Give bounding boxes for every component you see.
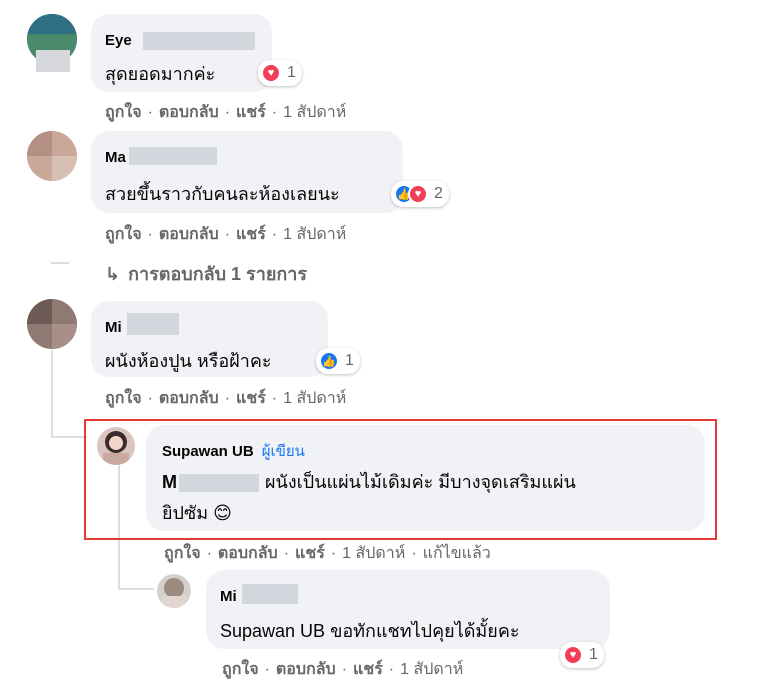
- smile-emoji: 😊: [213, 503, 232, 523]
- author-badge: ผู้เขียน: [261, 443, 305, 460]
- love-icon: ♥: [408, 184, 428, 204]
- name-blur: [242, 584, 298, 604]
- timestamp[interactable]: 1 สัปดาห์: [400, 661, 463, 678]
- reply-text: Supawan UB ขอทักแชทไปคุยได้มั้ยคะ: [220, 621, 520, 641]
- author-name[interactable]: Supawan UB ผู้เขียน: [162, 439, 305, 463]
- share-link[interactable]: แชร์: [236, 104, 266, 121]
- reply-bubble: Mi Supawan UB ขอทักแชทไปคุยได้มั้ยคะ: [206, 570, 610, 649]
- comment-text: สวยขึ้นราวกับคนละห้องเลยนะ: [105, 184, 340, 204]
- comment-bubble: Eye สุดยอดมากค่ะ: [91, 14, 272, 92]
- mention[interactable]: M: [162, 472, 177, 492]
- reply-link[interactable]: ตอบกลับ: [218, 545, 278, 562]
- share-link[interactable]: แชร์: [236, 390, 266, 407]
- like-link[interactable]: ถูกใจ: [164, 545, 201, 562]
- reaction-count: 1: [345, 352, 354, 369]
- thread-line: [118, 588, 154, 590]
- like-link[interactable]: ถูกใจ: [105, 104, 142, 121]
- name-blur: [127, 313, 179, 335]
- reaction-summary[interactable]: 👍 ♥ 2: [391, 181, 449, 207]
- commenter-name[interactable]: Mi: [220, 588, 237, 605]
- reaction-count: 1: [589, 646, 598, 663]
- like-link[interactable]: ถูกใจ: [222, 661, 259, 678]
- timestamp[interactable]: 1 สัปดาห์: [283, 390, 346, 407]
- reply-bubble: Supawan UB ผู้เขียน M ผนังเป็นแผ่นไม้เดิมค…: [146, 425, 705, 531]
- reply-text-line-1: M ผนังเป็นแผ่นไม้เดิมค่ะ มีบางจุดเสริมแผ่…: [162, 472, 576, 493]
- comment-bubble: Ma สวยขึ้นราวกับคนละห้องเลยนะ: [91, 131, 403, 213]
- author-avatar[interactable]: [97, 427, 135, 465]
- like-link[interactable]: ถูกใจ: [105, 226, 142, 243]
- share-link[interactable]: แชร์: [295, 545, 325, 562]
- comment-actions: ถูกใจ · ตอบกลับ · แชร์ · 1 สัปดาห์: [105, 226, 347, 243]
- thread-line: [51, 436, 87, 438]
- commenter-name[interactable]: Ma: [105, 149, 126, 166]
- love-icon: ♥: [563, 645, 583, 665]
- name-blur: [129, 147, 217, 165]
- reaction-summary[interactable]: 👍 1: [316, 348, 360, 374]
- reaction-summary[interactable]: ♥ 1: [258, 60, 302, 86]
- reply-actions: ถูกใจ · ตอบกลับ · แชร์ · 1 สัปดาห์: [222, 661, 464, 678]
- timestamp[interactable]: 1 สัปดาห์: [283, 104, 346, 121]
- reaction-summary[interactable]: ♥ 1: [560, 642, 604, 668]
- reply-actions: ถูกใจ · ตอบกลับ · แชร์ · 1 สัปดาห์ · แก้ไขแล้ว: [164, 545, 491, 562]
- timestamp[interactable]: 1 สัปดาห์: [283, 226, 346, 243]
- reaction-count: 1: [287, 64, 296, 81]
- timestamp[interactable]: 1 สัปดาห์: [342, 545, 405, 562]
- name-blur: [143, 32, 255, 50]
- thread-line: [51, 350, 53, 438]
- reaction-count: 2: [434, 185, 443, 202]
- avatar[interactable]: [27, 299, 77, 349]
- thread-line: [51, 262, 69, 264]
- reply-link[interactable]: ตอบกลับ: [159, 390, 219, 407]
- reply-link[interactable]: ตอบกลับ: [159, 226, 219, 243]
- reply-link[interactable]: ตอบกลับ: [276, 661, 336, 678]
- comment-actions: ถูกใจ · ตอบกลับ · แชร์ · 1 สัปดาห์: [105, 104, 347, 121]
- avatar[interactable]: [27, 131, 77, 181]
- like-link[interactable]: ถูกใจ: [105, 390, 142, 407]
- reply-text-line-2: ยิปซัม 😊: [162, 503, 232, 523]
- reply-arrow-icon: ↳: [105, 264, 121, 284]
- edited-label[interactable]: แก้ไขแล้ว: [423, 545, 491, 562]
- reply-link[interactable]: ตอบกลับ: [159, 104, 219, 121]
- mention-blur: [179, 474, 259, 493]
- comment-bubble: Mi ผนังห้องปูน หรือฝ้าคะ: [91, 301, 328, 377]
- share-link[interactable]: แชร์: [353, 661, 383, 678]
- avatar[interactable]: [157, 574, 191, 608]
- comment-actions: ถูกใจ · ตอบกลับ · แชร์ · 1 สัปดาห์: [105, 390, 347, 407]
- commenter-name[interactable]: Eye: [105, 32, 132, 49]
- love-icon: ♥: [261, 63, 281, 83]
- like-icon: 👍: [319, 351, 339, 371]
- view-replies-link[interactable]: ↳ การตอบกลับ 1 รายการ: [105, 259, 307, 288]
- comment-text: สุดยอดมากค่ะ: [105, 64, 216, 84]
- comment-text: ผนังห้องปูน หรือฝ้าคะ: [105, 351, 272, 371]
- pixelated-avatar-blur: [36, 50, 70, 72]
- share-link[interactable]: แชร์: [236, 226, 266, 243]
- commenter-name[interactable]: Mi: [105, 319, 122, 336]
